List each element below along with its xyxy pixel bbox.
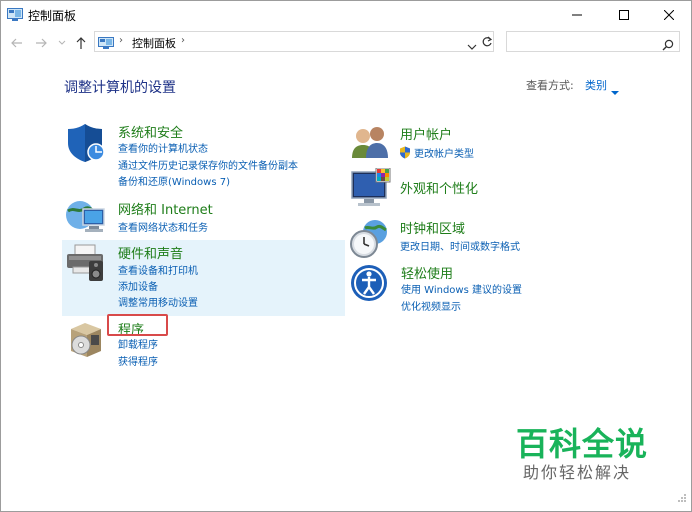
maximize-button[interactable] — [601, 1, 647, 29]
programs-box-icon[interactable] — [67, 319, 105, 363]
uac-shield-icon — [399, 144, 411, 163]
recent-locations-button[interactable] — [52, 33, 72, 53]
view-by-label: 查看方式: — [526, 79, 574, 92]
monitor-palette-icon[interactable] — [350, 167, 392, 214]
view-by-dropdown[interactable]: 类别 — [585, 77, 607, 93]
link-mobility-settings[interactable]: 调整常用移动设置 — [118, 294, 198, 309]
control-panel-window: 控制面板 › 控制面板 › 调整计算机的设置 查看方式: 类别 系统和安全 查看… — [0, 0, 692, 512]
breadcrumb-control-panel[interactable]: 控制面板 — [132, 35, 176, 51]
back-button[interactable] — [7, 33, 27, 53]
up-button[interactable] — [71, 33, 91, 53]
link-view-computer-status[interactable]: 查看你的计算机状态 — [118, 140, 208, 155]
page-heading: 调整计算机的设置 — [64, 80, 176, 96]
control-panel-app-icon — [7, 7, 23, 21]
highlight-annotation-box — [107, 314, 168, 336]
forward-arrow-icon — [36, 38, 47, 48]
address-dropdown-icon[interactable] — [467, 36, 477, 55]
link-file-history-backup[interactable]: 通过文件历史记录保存你的文件备份副本 — [118, 157, 298, 172]
category-title[interactable]: 系统和安全 — [118, 122, 183, 141]
resize-grip-icon[interactable] — [677, 488, 687, 507]
link-add-device[interactable]: 添加设备 — [118, 278, 158, 293]
minimize-button[interactable] — [554, 1, 600, 29]
watermark-subtitle: 助你轻松解决 — [523, 463, 632, 482]
category-title[interactable]: 时钟和区域 — [400, 218, 465, 237]
link-windows-suggested-settings[interactable]: 使用 Windows 建议的设置 — [401, 281, 522, 296]
shield-icon[interactable] — [66, 122, 106, 168]
up-arrow-icon — [76, 37, 86, 49]
link-uninstall-program[interactable]: 卸载程序 — [118, 336, 158, 351]
users-icon[interactable] — [350, 124, 392, 166]
link-devices-printers[interactable]: 查看设备和打印机 — [118, 262, 198, 277]
category-title[interactable]: 网络和 Internet — [118, 199, 213, 218]
search-input[interactable] — [506, 31, 680, 52]
view-by-caret-icon[interactable] — [611, 81, 619, 100]
control-panel-icon — [98, 35, 114, 54]
chevron-down-icon — [58, 40, 66, 45]
breadcrumb-separator-icon[interactable]: › — [119, 35, 123, 46]
title-bar: 控制面板 — [1, 1, 691, 29]
category-title[interactable]: 轻松使用 — [401, 263, 453, 282]
link-date-time-format[interactable]: 更改日期、时间或数字格式 — [400, 238, 520, 253]
network-globe-icon[interactable] — [65, 197, 107, 241]
refresh-icon — [482, 36, 493, 46]
breadcrumb-separator-icon[interactable]: › — [181, 35, 185, 46]
ease-of-access-icon[interactable] — [350, 263, 390, 307]
category-title[interactable]: 外观和个性化 — [400, 178, 478, 197]
link-get-programs[interactable]: 获得程序 — [118, 353, 158, 368]
link-network-status[interactable]: 查看网络状态和任务 — [118, 219, 208, 234]
refresh-button[interactable] — [478, 32, 496, 51]
link-change-account-type[interactable]: 更改帐户类型 — [414, 145, 474, 160]
category-title[interactable]: 用户帐户 — [400, 124, 452, 143]
close-button[interactable] — [646, 1, 691, 29]
window-title: 控制面板 — [28, 9, 77, 23]
printer-speaker-icon[interactable] — [65, 243, 107, 287]
search-icon[interactable] — [662, 36, 674, 55]
forward-button[interactable] — [31, 33, 51, 53]
category-title[interactable]: 硬件和声音 — [118, 243, 183, 262]
navigation-bar: › 控制面板 › — [1, 29, 691, 57]
address-bar[interactable]: › 控制面板 › — [94, 31, 494, 52]
link-backup-restore[interactable]: 备份和还原(Windows 7) — [118, 173, 230, 188]
clock-globe-icon[interactable] — [349, 218, 391, 264]
back-arrow-icon — [11, 38, 22, 48]
link-optimize-display[interactable]: 优化视频显示 — [401, 298, 461, 313]
